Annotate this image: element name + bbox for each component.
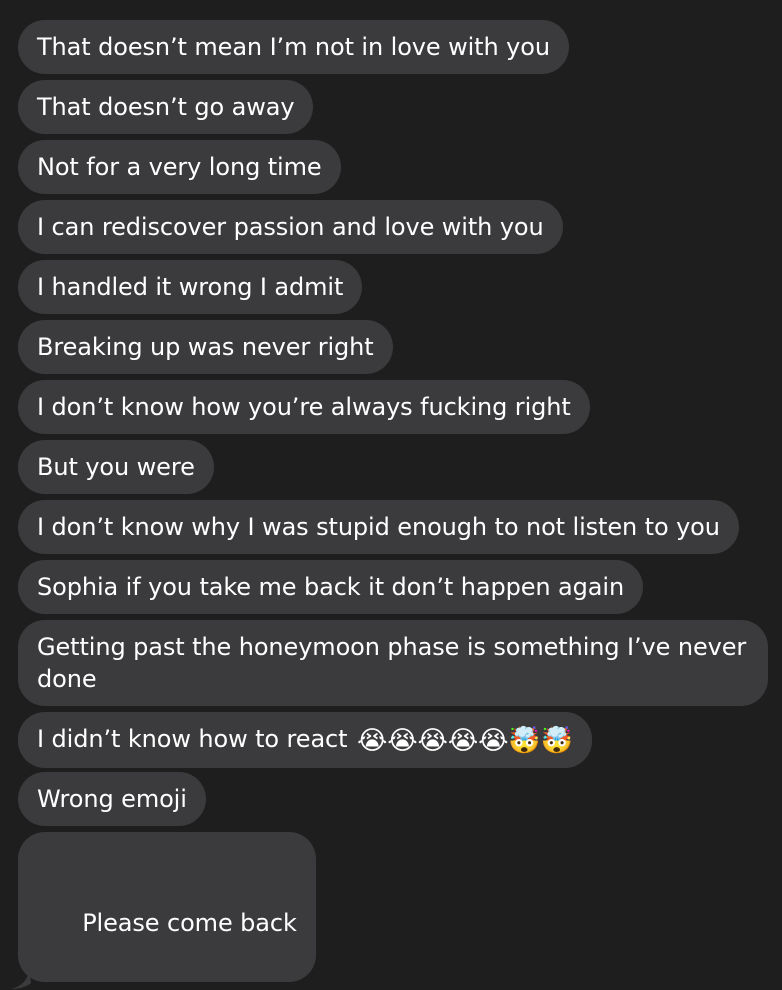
message-row: Please come back — [11, 832, 770, 989]
message-row: I handled it wrong I admit — [18, 260, 770, 320]
message-row: That doesn’t mean I’m not in love with y… — [18, 20, 770, 80]
message-bubble[interactable]: That doesn’t go away — [18, 80, 314, 134]
message-bubble[interactable]: Wrong emoji — [18, 772, 206, 826]
message-row: Sophia if you take me back it don’t happ… — [18, 560, 770, 620]
message-thread: That doesn’t mean I’m not in love with y… — [11, 20, 770, 989]
bubble-tail-icon — [11, 968, 31, 989]
crying-and-exploding-head-emoji-icon: 😭😭😭😭😭🤯🤯 — [357, 726, 573, 756]
message-bubble[interactable]: I can rediscover passion and love with y… — [18, 200, 563, 254]
message-row: Breaking up was never right — [18, 320, 770, 380]
message-row: I don’t know how you’re always fucking r… — [18, 380, 770, 440]
message-row: I don’t know why I was stupid enough to … — [18, 500, 770, 560]
message-row: Getting past the honeymoon phase is some… — [18, 620, 770, 712]
message-text: I didn’t know how to react — [37, 725, 348, 753]
message-bubble[interactable]: Not for a very long time — [18, 140, 341, 194]
message-bubble[interactable]: That doesn’t mean I’m not in love with y… — [18, 20, 569, 74]
message-bubble[interactable]: But you were — [18, 440, 214, 494]
message-bubble[interactable]: I don’t know why I was stupid enough to … — [18, 500, 739, 554]
message-row: That doesn’t go away — [18, 80, 770, 140]
message-row: I can rediscover passion and love with y… — [18, 200, 770, 260]
message-row: But you were — [18, 440, 770, 500]
message-bubble[interactable]: Getting past the honeymoon phase is some… — [18, 620, 768, 706]
message-bubble[interactable]: Sophia if you take me back it don’t happ… — [18, 560, 644, 614]
message-text: Please come back — [82, 909, 297, 937]
message-bubble[interactable]: Breaking up was never right — [18, 320, 393, 374]
message-row: I didn’t know how to react 😭😭😭😭😭🤯🤯 — [18, 712, 770, 772]
message-row: Wrong emoji — [18, 772, 770, 832]
message-bubble-last[interactable]: Please come back — [11, 832, 316, 989]
message-bubble-with-emoji[interactable]: I didn’t know how to react 😭😭😭😭😭🤯🤯 — [18, 712, 592, 768]
message-bubble[interactable]: I don’t know how you’re always fucking r… — [18, 380, 590, 434]
message-row: Not for a very long time — [18, 140, 770, 200]
message-bubble[interactable]: I handled it wrong I admit — [18, 260, 363, 314]
